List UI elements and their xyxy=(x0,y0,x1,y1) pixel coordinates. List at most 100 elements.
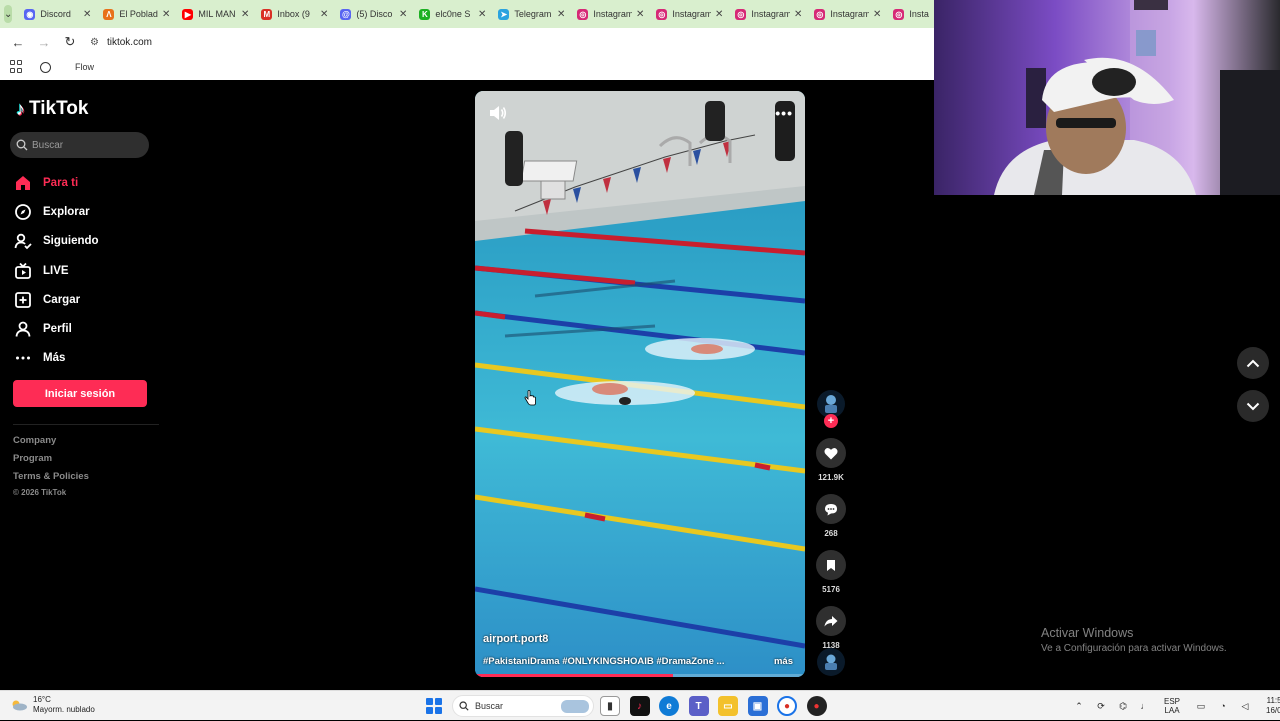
main-nav: Para ti Explorar Siguiendo LIVE Cargar Perfil… xyxy=(14,168,99,373)
windows-start-icon[interactable] xyxy=(426,698,442,714)
browser-tab[interactable]: ◎ Instagram ✕ xyxy=(808,3,887,25)
weather-widget[interactable]: 16°C Mayorm. nublado xyxy=(10,695,95,715)
tab-close-icon[interactable]: ✕ xyxy=(636,9,644,20)
wifi-icon[interactable]: ◔ xyxy=(1216,701,1230,711)
footer-link-terms[interactable]: Terms & Policies xyxy=(13,471,89,489)
telegram-icon: ➤ xyxy=(498,8,510,20)
browser-tab[interactable]: ➤ Telegram ✕ xyxy=(492,3,571,25)
tiktok-logo[interactable]: ♪ TikTok xyxy=(16,98,88,120)
chrome-icon[interactable]: ● xyxy=(777,696,797,716)
browser-tab[interactable]: M Inbox (9 ✕ xyxy=(255,3,334,25)
windows-taskbar: 16°C Mayorm. nublado Buscar ▮ ♪ e T ▭ ▣ … xyxy=(0,690,1280,720)
tab-close-icon[interactable]: ✕ xyxy=(794,9,802,20)
address-bar[interactable]: ⚙ tiktok.com xyxy=(90,31,152,53)
music-disc[interactable] xyxy=(817,648,845,676)
tab-close-icon[interactable]: ✕ xyxy=(715,9,723,20)
share-action[interactable]: 1138 xyxy=(815,606,847,650)
browser-tab[interactable]: ▶ MIL MAN ✕ xyxy=(176,3,255,25)
nav-item-cargar[interactable]: Cargar xyxy=(14,285,99,314)
save-count: 5176 xyxy=(822,585,840,594)
browser-tab[interactable]: ◎ Instagram ✕ xyxy=(571,3,650,25)
tab-close-icon[interactable]: ✕ xyxy=(162,9,170,20)
browser-tab[interactable]: ◎ Instagram ✕ xyxy=(650,3,729,25)
tab-strip: ⌄ ◉ Discord ✕ Λ El Poblad ✕ ▶ MIL MAN ✕ M Inbox (9… xyxy=(0,0,934,28)
browser-tab[interactable]: Kelc0ne S ✕ xyxy=(413,3,492,25)
like-button[interactable] xyxy=(816,438,846,468)
browser-tab[interactable]: ◉ Discord ✕ xyxy=(18,3,97,25)
video-options-icon[interactable]: ••• xyxy=(775,105,793,121)
nav-item-perfil[interactable]: Perfil xyxy=(14,314,99,343)
taskbar-search[interactable]: Buscar xyxy=(452,695,594,717)
search-icon xyxy=(16,139,28,151)
search-box[interactable] xyxy=(10,132,149,158)
clock[interactable]: 11:59 p. m. 16/02/2026 xyxy=(1266,696,1280,716)
comment-button[interactable] xyxy=(816,494,846,524)
browser-tab[interactable]: Λ El Poblad ✕ xyxy=(97,3,176,25)
nav-item-label: Cargar xyxy=(43,293,81,306)
obs-icon[interactable]: ● xyxy=(806,696,827,716)
site-info-icon[interactable]: ⚙ xyxy=(90,37,99,48)
search-input[interactable] xyxy=(32,139,142,151)
sync-icon[interactable]: ⟳ xyxy=(1094,701,1108,712)
browser-tab[interactable]: ◎Insta✕ xyxy=(887,3,934,25)
creator-avatar-wrap[interactable]: + xyxy=(815,390,847,428)
tab-close-icon[interactable]: ✕ xyxy=(557,9,565,20)
share-icon xyxy=(824,616,838,627)
video-progress-bar[interactable] xyxy=(475,674,805,677)
save-action[interactable]: 5176 xyxy=(815,550,847,594)
tab-close-icon[interactable]: ✕ xyxy=(83,9,91,20)
next-video-button[interactable] xyxy=(1237,390,1269,422)
task-view-icon[interactable]: ▮ xyxy=(600,696,620,716)
store-icon[interactable]: ▣ xyxy=(747,696,768,716)
comment-action[interactable]: 268 xyxy=(815,494,847,538)
display-icon[interactable]: ▭ xyxy=(1194,701,1208,712)
tiktok-app-icon[interactable]: ♪ xyxy=(629,696,650,716)
nav-item-siguiendo[interactable]: Siguiendo xyxy=(14,227,99,256)
bookmark-flow[interactable]: Flow xyxy=(75,62,94,72)
back-button[interactable]: ← xyxy=(8,32,28,52)
tab-title: Instagram xyxy=(672,9,711,19)
tray-expand-icon[interactable]: ⌃ xyxy=(1072,701,1086,712)
tab-close-icon[interactable]: ✕ xyxy=(320,9,328,20)
tab-close-icon[interactable]: ✕ xyxy=(399,9,407,20)
tab-search-button[interactable]: ⌄ xyxy=(4,5,13,23)
nav-item-explorar[interactable]: Explorar xyxy=(14,197,99,226)
teams-icon[interactable]: T xyxy=(688,696,709,716)
browser-tab[interactable]: ◎ Instagram ✕ xyxy=(729,3,808,25)
nav-item-para-ti[interactable]: Para ti xyxy=(14,168,99,197)
apps-grid-icon[interactable] xyxy=(10,60,24,74)
nav-item-live[interactable]: LIVE xyxy=(14,256,99,285)
tab-title: Telegram xyxy=(514,9,552,19)
follow-plus-icon[interactable]: + xyxy=(824,414,838,428)
tab-close-icon[interactable]: ✕ xyxy=(478,9,486,20)
tab-close-icon[interactable]: ✕ xyxy=(873,9,881,20)
caption-more-link[interactable]: más xyxy=(774,656,793,667)
login-button[interactable]: Iniciar sesión xyxy=(13,380,147,407)
nav-item-m-s[interactable]: Más xyxy=(14,344,99,373)
video-player[interactable]: ••• airport.port8 #PakistaniDrama #ONLYK… xyxy=(475,91,805,677)
microphone-icon[interactable]: ♩ xyxy=(1138,701,1152,711)
upload-icon xyxy=(14,291,32,309)
footer-link-company[interactable]: Company xyxy=(13,435,89,453)
tab-title: (5) Disco xyxy=(356,9,393,19)
footer-link-program[interactable]: Program xyxy=(13,453,89,471)
reload-button[interactable]: ↻ xyxy=(60,32,80,52)
volume-icon[interactable] xyxy=(489,105,507,121)
previous-video-button[interactable] xyxy=(1237,347,1269,379)
forward-button[interactable]: → xyxy=(34,32,54,52)
edge-icon[interactable]: e xyxy=(659,696,679,716)
like-action[interactable]: 121.9K xyxy=(815,438,847,482)
browser-tab[interactable]: @ (5) Disco ✕ xyxy=(334,3,413,25)
volume-tray-icon[interactable]: ◁ xyxy=(1238,701,1252,712)
share-button[interactable] xyxy=(816,606,846,636)
file-explorer-icon[interactable]: ▭ xyxy=(718,696,738,716)
language-indicator[interactable]: ESP LAA xyxy=(1164,697,1180,715)
save-button[interactable] xyxy=(816,550,846,580)
video-username[interactable]: airport.port8 xyxy=(483,633,548,645)
tab-close-icon[interactable]: ✕ xyxy=(241,9,249,20)
nav-item-label: Para ti xyxy=(43,176,79,189)
globe-icon[interactable] xyxy=(40,61,51,73)
video-hashtags[interactable]: #PakistaniDrama #ONLYKINGSHOAIB #DramaZo… xyxy=(483,656,724,667)
gmail-icon: M xyxy=(261,8,273,20)
network-icon[interactable]: ⌬ xyxy=(1116,701,1130,712)
